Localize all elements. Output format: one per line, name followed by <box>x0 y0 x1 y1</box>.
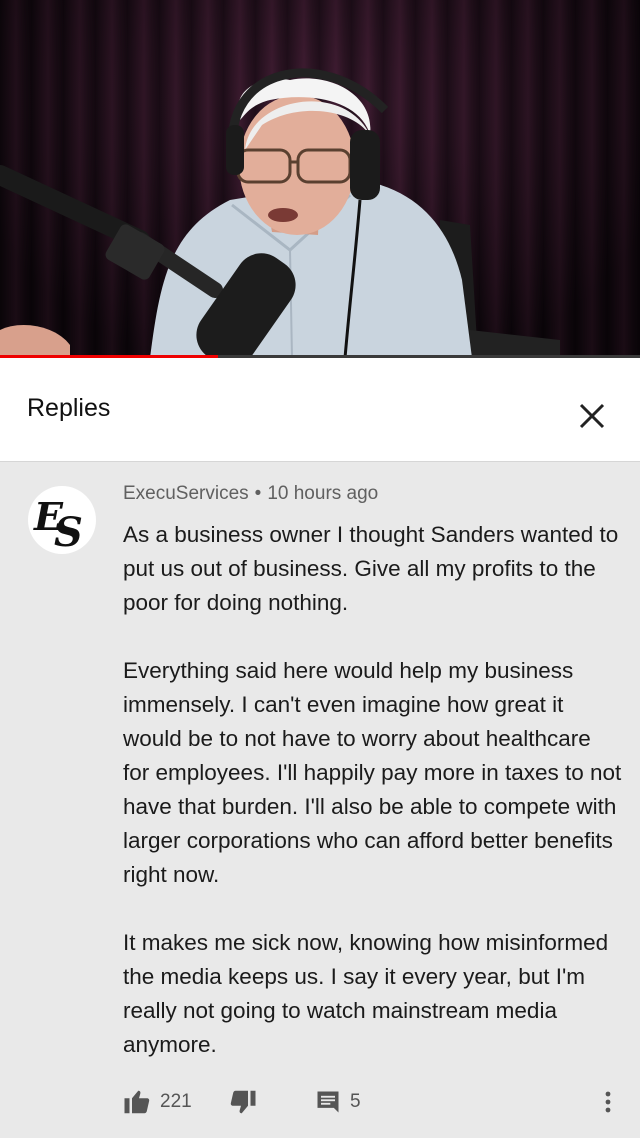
comment-body: As a business owner I thought Sanders wa… <box>123 518 623 1062</box>
comment-meta: ExecuServices • 10 hours ago <box>123 483 378 505</box>
comment-paragraph: As a business owner I thought Sanders wa… <box>123 522 619 615</box>
video-progress-bar[interactable] <box>0 355 640 358</box>
execuservices-logo: E S <box>33 494 83 554</box>
close-icon <box>579 403 605 429</box>
panel-title: Replies <box>27 394 111 422</box>
close-button[interactable] <box>570 394 614 438</box>
like-count: 221 <box>160 1091 192 1112</box>
reply-button[interactable]: 5 <box>314 1082 361 1122</box>
comment-time: 10 hours ago <box>267 483 379 504</box>
like-button[interactable]: 221 <box>122 1082 192 1122</box>
replies-header: Replies <box>0 358 640 462</box>
svg-text:S: S <box>54 509 83 554</box>
dislike-button[interactable] <box>228 1082 258 1122</box>
video-frame <box>0 68 560 358</box>
comment-paragraph: It makes me sick now, knowing how misinf… <box>123 930 609 1057</box>
more-vert-icon <box>605 1091 611 1113</box>
video-progress-fill <box>0 355 218 358</box>
thumbs-down-icon <box>230 1090 256 1114</box>
avatar[interactable]: E S <box>28 486 96 554</box>
thumbs-up-icon <box>124 1090 150 1114</box>
more-options-button[interactable] <box>596 1082 620 1122</box>
comment-actions: 221 5 <box>0 1082 640 1122</box>
comment-author[interactable]: ExecuServices <box>123 483 249 504</box>
comment-icon <box>317 1091 339 1113</box>
video-player[interactable] <box>0 0 640 358</box>
comment-paragraph: Everything said here would help my busin… <box>123 658 622 887</box>
reply-count: 5 <box>350 1091 361 1112</box>
meta-separator: • <box>254 483 262 504</box>
